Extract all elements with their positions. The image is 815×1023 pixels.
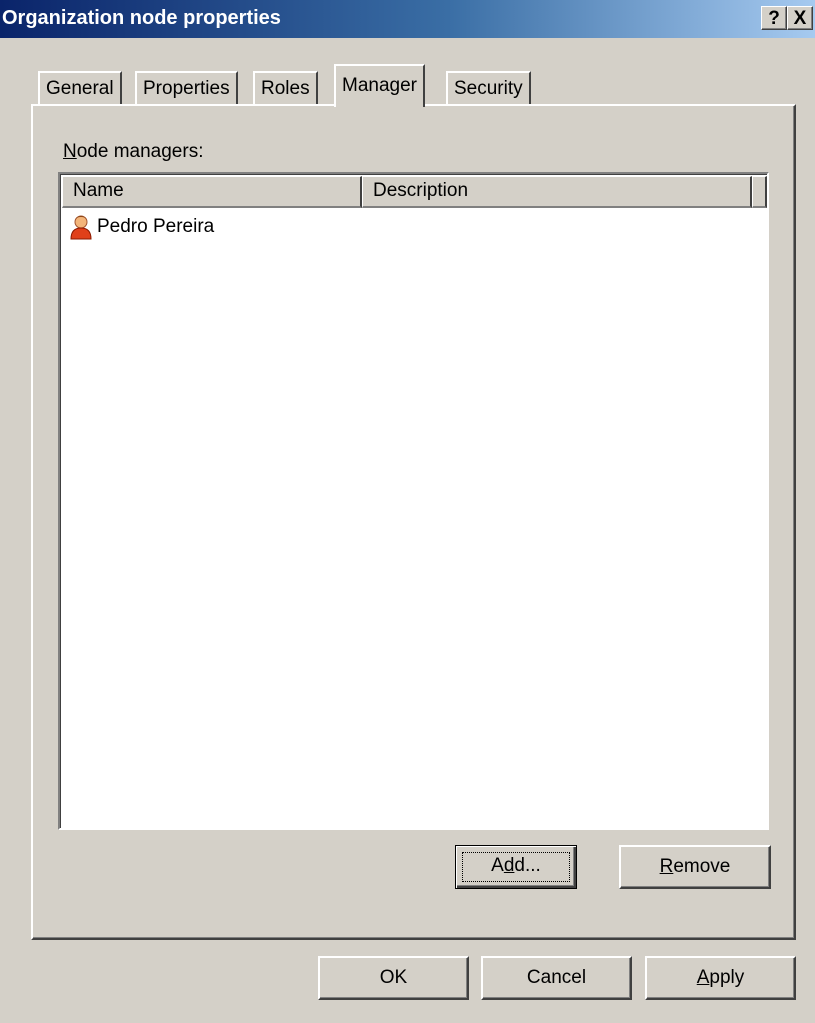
focus-rect bbox=[462, 852, 570, 882]
tab-label: Properties bbox=[143, 78, 230, 99]
add-button[interactable]: Add... bbox=[455, 845, 577, 889]
window-title: Organization node properties bbox=[2, 7, 281, 29]
node-managers-label: Node managers: bbox=[63, 141, 204, 162]
list-item[interactable]: Pedro Pereira bbox=[70, 212, 214, 242]
column-header-name[interactable]: Name bbox=[62, 176, 362, 208]
tab-label: Security bbox=[454, 78, 523, 99]
tab-general[interactable]: General bbox=[38, 71, 122, 105]
ok-button[interactable]: OK bbox=[318, 956, 469, 1000]
tab-roles[interactable]: Roles bbox=[253, 71, 318, 105]
manager-name: Pedro Pereira bbox=[97, 216, 215, 237]
column-header-description[interactable]: Description bbox=[362, 176, 752, 208]
cancel-button[interactable]: Cancel bbox=[481, 956, 632, 1000]
apply-button[interactable]: Apply bbox=[645, 956, 796, 1000]
remove-button[interactable]: Remove bbox=[619, 845, 771, 889]
close-button[interactable]: X bbox=[787, 6, 813, 30]
tab-label: Manager bbox=[342, 75, 417, 96]
close-icon: X bbox=[793, 8, 807, 29]
help-icon: ? bbox=[768, 8, 780, 29]
help-button[interactable]: ? bbox=[761, 6, 787, 30]
tab-manager[interactable]: Manager bbox=[334, 64, 425, 107]
tab-label: Roles bbox=[261, 78, 310, 99]
column-header-filler bbox=[752, 176, 767, 208]
tab-properties[interactable]: Properties bbox=[135, 71, 238, 105]
tab-label: General bbox=[46, 78, 114, 99]
tab-security[interactable]: Security bbox=[446, 71, 531, 105]
user-icon bbox=[70, 215, 92, 240]
node-managers-list[interactable]: Name Description Pedro Pereira bbox=[58, 172, 769, 830]
title-bar[interactable]: Organization node properties ? X bbox=[0, 0, 815, 38]
